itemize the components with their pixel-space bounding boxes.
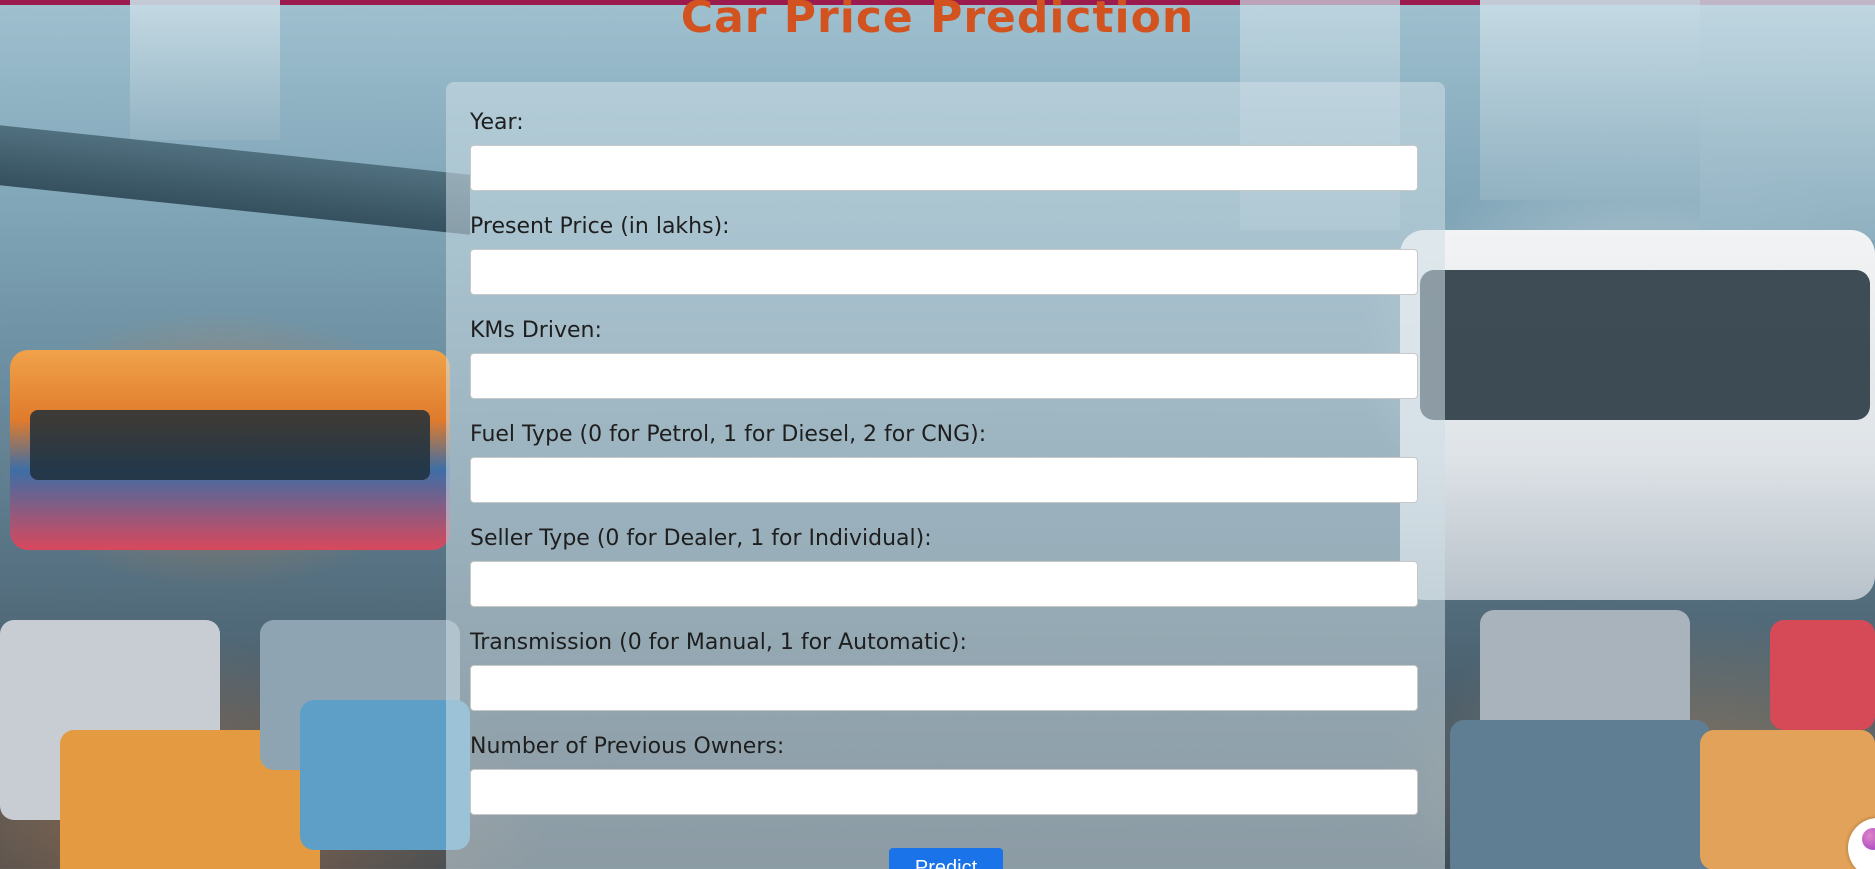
predict-button[interactable]: Predict (889, 848, 1003, 869)
overpass-shape (0, 125, 470, 235)
present-price-input[interactable] (470, 249, 1418, 295)
car-shape (300, 700, 470, 850)
fuel-type-label: Fuel Type (0 for Petrol, 1 for Diesel, 2… (470, 422, 987, 447)
bus-window-shape (1420, 270, 1870, 420)
kms-driven-label: KMs Driven: (470, 318, 602, 343)
seller-type-input[interactable] (470, 561, 1418, 607)
prediction-form: Year: Present Price (in lakhs): KMs Driv… (446, 82, 1445, 869)
previous-owners-input[interactable] (470, 769, 1418, 815)
present-price-label: Present Price (in lakhs): (470, 214, 730, 239)
page-title: Car Price Prediction (680, 0, 1195, 43)
fuel-type-input[interactable] (470, 457, 1418, 503)
seller-type-label: Seller Type (0 for Dealer, 1 for Individ… (470, 526, 932, 551)
bus-window-shape (30, 410, 430, 480)
car-shape (1770, 620, 1875, 730)
transmission-input[interactable] (470, 665, 1418, 711)
year-label: Year: (470, 110, 524, 135)
kms-driven-input[interactable] (470, 353, 1418, 399)
year-input[interactable] (470, 145, 1418, 191)
assistant-bubble-icon (1862, 828, 1875, 850)
car-shape (1450, 720, 1710, 869)
transmission-label: Transmission (0 for Manual, 1 for Automa… (470, 630, 967, 655)
previous-owners-label: Number of Previous Owners: (470, 734, 785, 759)
